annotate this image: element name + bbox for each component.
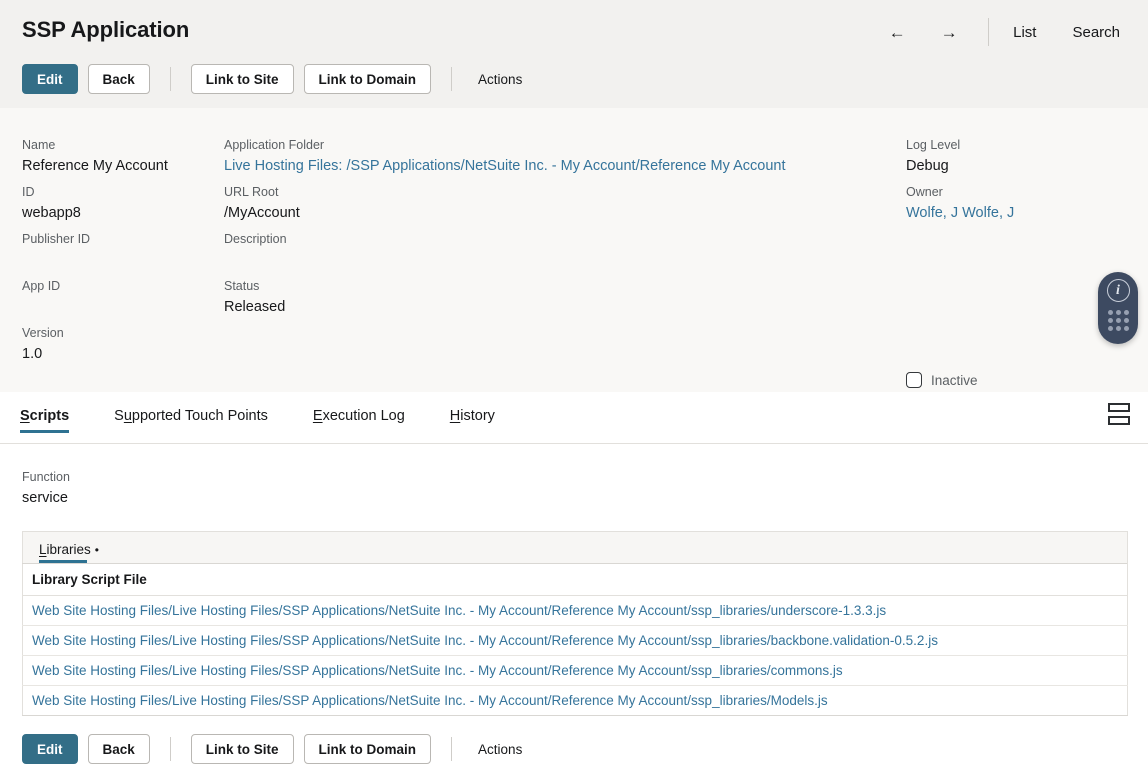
tab-list: Scripts Supported Touch Points Execution… (20, 392, 540, 444)
tab-history-suffix: istory (460, 408, 495, 424)
header-navigation: ← → List Search (880, 16, 1148, 48)
library-script-file-link[interactable]: Web Site Hosting Files/Live Hosting File… (22, 685, 1128, 716)
tab-scripts-suffix: cripts (29, 408, 70, 424)
dot-grid-icon[interactable] (1107, 310, 1129, 331)
actions-menu[interactable]: Actions (478, 72, 522, 87)
back-arrow-icon[interactable]: ← (880, 17, 914, 47)
record-fields-area: Name Reference My Account ID webapp8 Pub… (0, 108, 1148, 392)
library-script-file-link[interactable]: Web Site Hosting Files/Live Hosting File… (22, 625, 1128, 656)
status-label: Status (224, 279, 260, 293)
tab-stp-accesskey: u (123, 408, 132, 424)
status-value: Released (224, 299, 286, 315)
function-label: Function (22, 470, 70, 484)
library-script-file-link[interactable]: Web Site Hosting Files/Live Hosting File… (22, 595, 1128, 626)
ssp-application-page: SSP Application ← → List Search Edit Bac… (0, 0, 1148, 781)
toolbar-divider-1 (169, 67, 171, 91)
app-id-label: App ID (22, 279, 61, 293)
log-level-label: Log Level (906, 138, 961, 152)
tab-supported-touch-points[interactable]: Supported Touch Points (114, 392, 268, 424)
library-script-file-link[interactable]: Web Site Hosting Files/Live Hosting File… (22, 655, 1128, 686)
link-to-domain-button[interactable]: Link to Domain (303, 64, 432, 94)
description-label: Description (224, 232, 287, 246)
search-link[interactable]: Search (1070, 24, 1122, 41)
list-link[interactable]: List (1011, 24, 1038, 41)
column-header-library-script-file: Library Script File (22, 563, 1128, 596)
publisher-id-label: Publisher ID (22, 232, 91, 246)
link-to-domain-button-bottom[interactable]: Link to Domain (303, 734, 432, 764)
application-folder-link[interactable]: Live Hosting Files: /SSP Applications/Ne… (224, 158, 785, 174)
name-value: Reference My Account (22, 158, 168, 174)
owner-link[interactable]: Wolfe, J Wolfe, J (906, 205, 1014, 221)
id-label: ID (22, 185, 35, 199)
sublist-tab-accesskey: L (39, 542, 47, 557)
tab-history[interactable]: History (450, 392, 495, 424)
libraries-table: Library Script File Web Site Hosting Fil… (22, 563, 1128, 716)
toolbar-divider-3 (169, 737, 171, 761)
actions-menu-bottom[interactable]: Actions (478, 742, 522, 757)
tab-stp-prefix: S (114, 408, 124, 424)
back-button[interactable]: Back (87, 64, 150, 94)
sublist-tab-bullet: • (94, 543, 99, 557)
tab-history-accesskey: H (449, 408, 461, 424)
version-value: 1.0 (22, 346, 43, 362)
inactive-checkbox-group[interactable]: Inactive (906, 372, 978, 388)
inactive-checkbox[interactable] (906, 372, 922, 388)
edit-button[interactable]: Edit (22, 64, 78, 94)
link-to-site-button-bottom[interactable]: Link to Site (190, 734, 294, 764)
function-value: service (22, 490, 68, 506)
inactive-label: Inactive (931, 372, 978, 388)
table-row[interactable]: Web Site Hosting Files/Live Hosting File… (22, 595, 1128, 626)
table-header-row: Library Script File (22, 563, 1128, 596)
name-label: Name (22, 138, 56, 152)
sublist-tab-suffix: ibraries (46, 542, 91, 557)
version-label: Version (22, 326, 64, 340)
url-root-value: /MyAccount (224, 205, 300, 221)
page-title: SSP Application (22, 17, 190, 42)
libraries-sublist: Libraries • Library Script File Web Site … (22, 531, 1128, 716)
tab-execlog-accesskey: E (312, 408, 323, 424)
edit-button-bottom[interactable]: Edit (22, 734, 78, 764)
tab-stp-suffix: pported Touch Points (131, 408, 268, 424)
table-row[interactable]: Web Site Hosting Files/Live Hosting File… (22, 625, 1128, 656)
tab-scripts-accesskey: S (20, 408, 30, 424)
table-row[interactable]: Web Site Hosting Files/Live Hosting File… (22, 655, 1128, 686)
url-root-label: URL Root (224, 185, 279, 199)
log-level-value: Debug (906, 158, 949, 174)
sublist-tab-libraries[interactable]: Libraries • (39, 542, 99, 563)
table-row[interactable]: Web Site Hosting Files/Live Hosting File… (22, 685, 1128, 716)
tab-scripts[interactable]: Scripts (20, 392, 70, 433)
toolbar-divider-2 (451, 67, 453, 91)
info-help-widget[interactable]: i (1098, 272, 1138, 344)
id-value: webapp8 (22, 205, 81, 221)
toolbar-divider-4 (451, 737, 453, 761)
tab-execlog-suffix: xecution Log (322, 408, 405, 424)
rows-view-icon[interactable] (1108, 403, 1130, 425)
record-tabbar: Scripts Supported Touch Points Execution… (0, 392, 1148, 444)
tab-execution-log[interactable]: Execution Log (313, 392, 405, 424)
application-folder-label: Application Folder (224, 138, 325, 152)
top-toolbar: Edit Back Link to Site Link to Domain Ac… (22, 64, 522, 94)
back-button-bottom[interactable]: Back (87, 734, 150, 764)
bottom-toolbar: Edit Back Link to Site Link to Domain Ac… (22, 734, 522, 764)
sublist-tabbar: Libraries • (22, 531, 1128, 563)
owner-label: Owner (906, 185, 943, 199)
header-nav-divider (988, 18, 990, 46)
link-to-site-button[interactable]: Link to Site (190, 64, 294, 94)
info-circle-icon[interactable]: i (1106, 279, 1130, 302)
forward-arrow-icon[interactable]: → (932, 17, 966, 47)
